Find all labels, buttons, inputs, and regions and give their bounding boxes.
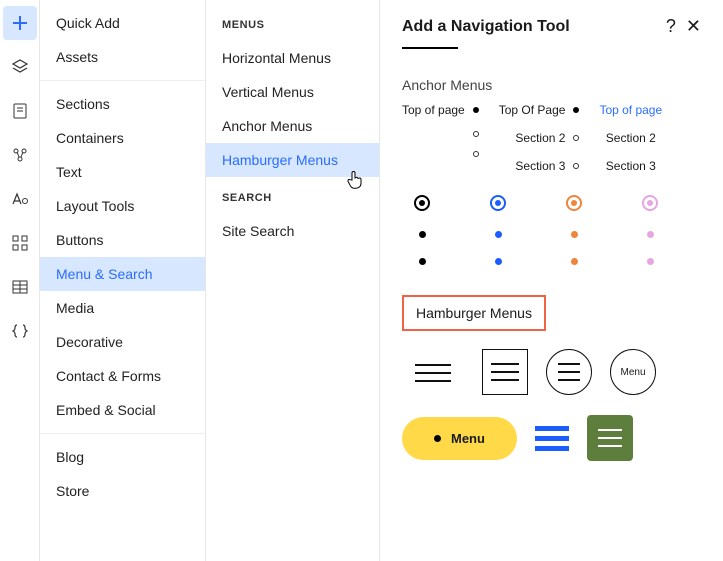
anchor-text: Section 3 — [606, 159, 656, 173]
icon-rail — [0, 0, 40, 561]
layers-icon[interactable] — [3, 50, 37, 84]
page-icon[interactable] — [3, 94, 37, 128]
col2-item-hamburger-menus[interactable]: Hamburger Menus — [206, 143, 379, 177]
col1-item-menu-search[interactable]: Menu & Search — [40, 257, 205, 291]
search-header: SEARCH — [206, 187, 379, 214]
hamburger-green-box[interactable] — [587, 415, 633, 461]
anchor-preview-1[interactable]: Top of page — [402, 103, 479, 173]
col2-item-horizontal-menus[interactable]: Horizontal Menus — [206, 41, 379, 75]
category-list: Quick Add Assets Sections Containers Tex… — [40, 0, 206, 561]
shapes-icon[interactable] — [3, 138, 37, 172]
anchor-menu-previews: Top of page Top Of Page Section 2 Sectio… — [402, 103, 701, 173]
grid-icon[interactable] — [3, 226, 37, 260]
color-col-blue[interactable] — [490, 195, 506, 265]
col1-item-quick-add[interactable]: Quick Add — [40, 6, 205, 40]
color-col-black[interactable] — [414, 195, 430, 265]
anchor-text: Top of page — [599, 103, 662, 117]
col1-item-media[interactable]: Media — [40, 291, 205, 325]
col2-item-site-search[interactable]: Site Search — [206, 214, 379, 248]
anchor-text: Section 2 — [606, 131, 656, 145]
hamburger-menus-label: Hamburger Menus — [416, 305, 532, 321]
hamburger-circle[interactable] — [546, 349, 592, 395]
hamburger-circle-menu-label: Menu — [620, 367, 645, 378]
text-icon[interactable] — [3, 182, 37, 216]
col1-item-blog[interactable]: Blog — [40, 440, 205, 474]
active-tab-underline — [402, 47, 458, 49]
col1-item-containers[interactable]: Containers — [40, 121, 205, 155]
panel-title: Add a Navigation Tool — [402, 18, 570, 36]
col1-item-layout-tools[interactable]: Layout Tools — [40, 189, 205, 223]
hamburger-blue-thick[interactable] — [535, 426, 569, 451]
hamburger-previews-row2: Menu — [402, 415, 701, 461]
col2-item-anchor-menus[interactable]: Anchor Menus — [206, 109, 379, 143]
hamburger-circle-menu[interactable]: Menu — [610, 349, 656, 395]
anchor-text: Top of page — [402, 103, 465, 117]
col1-item-store[interactable]: Store — [40, 474, 205, 508]
col2-item-vertical-menus[interactable]: Vertical Menus — [206, 75, 379, 109]
hamburger-pill-menu[interactable]: Menu — [402, 417, 517, 460]
col1-item-contact-forms[interactable]: Contact & Forms — [40, 359, 205, 393]
anchor-text: Section 2 — [515, 131, 565, 145]
anchor-menus-label: Anchor Menus — [402, 77, 701, 93]
anchor-preview-2[interactable]: Top Of Page Section 2 Section 3 — [499, 103, 580, 173]
anchor-text: Section 3 — [515, 159, 565, 173]
close-icon[interactable]: ✕ — [686, 16, 701, 37]
hamburger-previews-row1: Menu — [402, 349, 701, 397]
help-icon[interactable]: ? — [666, 16, 676, 37]
col1-item-assets[interactable]: Assets — [40, 40, 205, 74]
subcategory-list: MENUS Horizontal Menus Vertical Menus An… — [206, 0, 380, 561]
color-variants — [414, 195, 701, 265]
col1-item-text[interactable]: Text — [40, 155, 205, 189]
anchor-preview-3[interactable]: Top of page Section 2 Section 3 — [599, 103, 662, 173]
menus-header: MENUS — [206, 14, 379, 41]
col1-item-embed-social[interactable]: Embed & Social — [40, 393, 205, 427]
col1-item-decorative[interactable]: Decorative — [40, 325, 205, 359]
table-icon[interactable] — [3, 270, 37, 304]
col1-item-sections[interactable]: Sections — [40, 87, 205, 121]
col1-item-buttons[interactable]: Buttons — [40, 223, 205, 257]
hamburger-menus-label-highlight: Hamburger Menus — [402, 295, 546, 331]
hamburger-plain[interactable] — [402, 349, 464, 397]
color-col-orange[interactable] — [566, 195, 582, 265]
add-panel: Add a Navigation Tool ? ✕ Anchor Menus T… — [380, 0, 723, 561]
plus-icon[interactable] — [3, 6, 37, 40]
anchor-text: Top Of Page — [499, 103, 566, 117]
hamburger-boxed[interactable] — [482, 349, 528, 395]
braces-icon[interactable] — [3, 314, 37, 348]
color-col-pink[interactable] — [642, 195, 658, 265]
pill-label: Menu — [451, 431, 485, 446]
